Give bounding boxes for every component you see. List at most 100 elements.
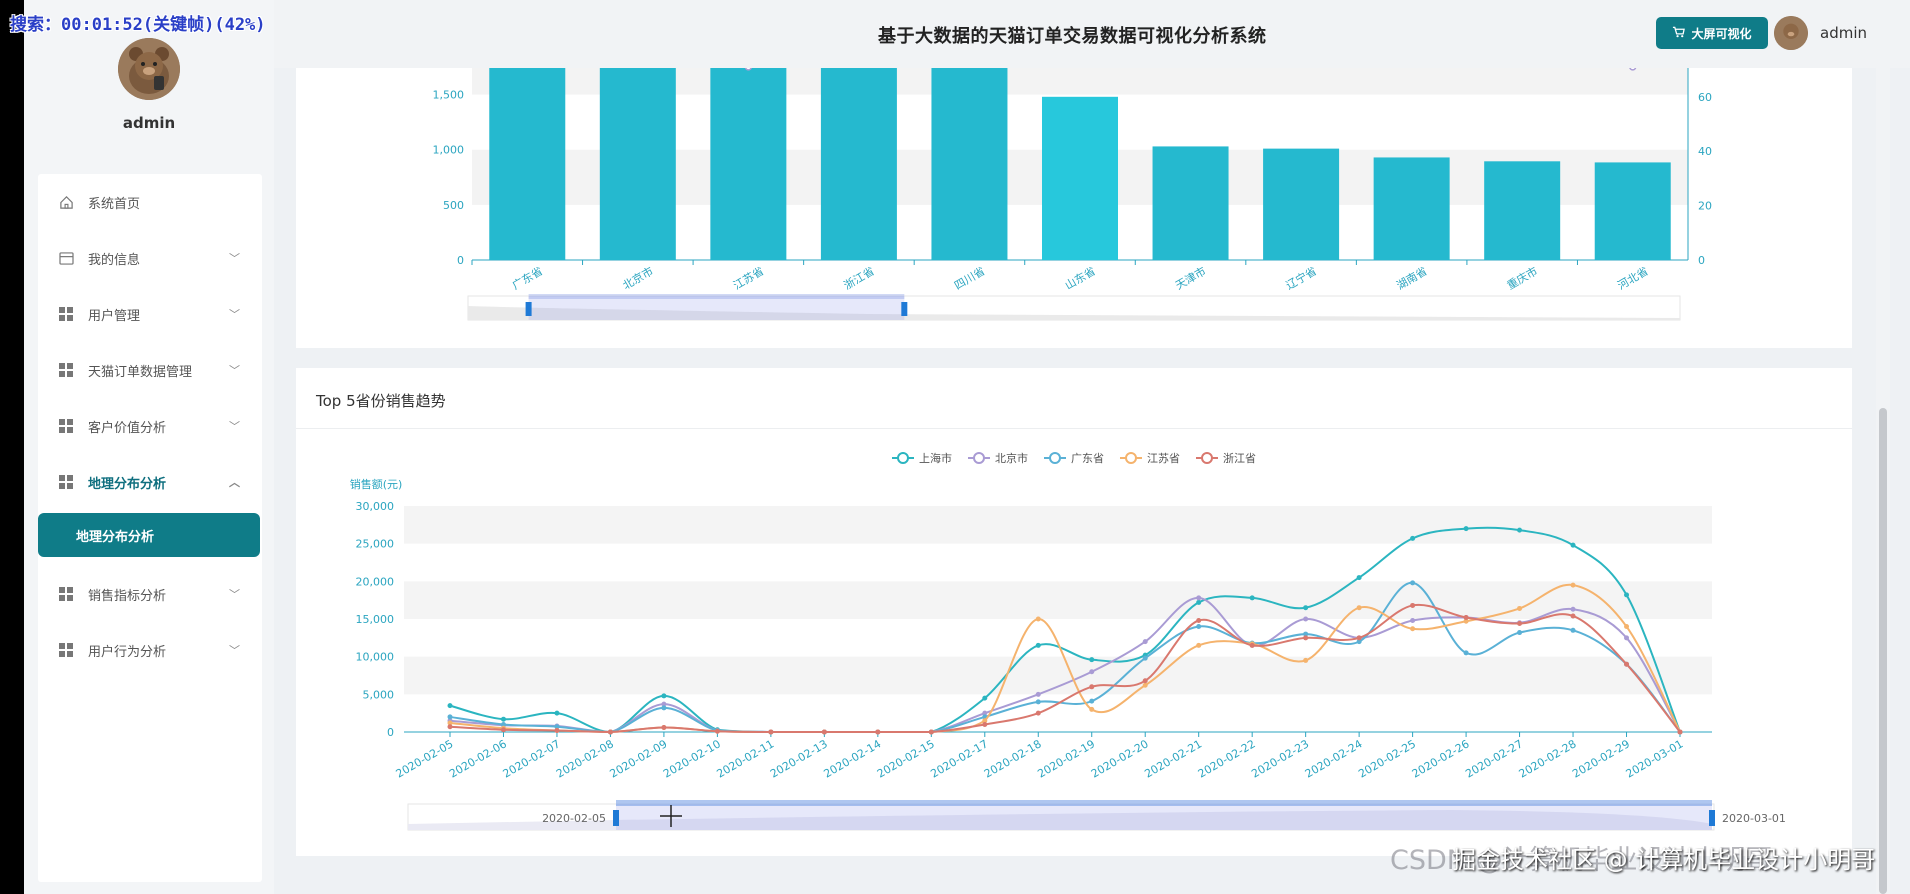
series-point [1035, 616, 1041, 622]
legend-marker [897, 452, 909, 464]
series-point [554, 727, 560, 733]
series-point [1089, 669, 1095, 675]
legend-marker [973, 452, 985, 464]
chevron-down-icon: ﹀ [229, 308, 240, 321]
x-tick-label: 山东省 [1063, 265, 1098, 293]
header-avatar[interactable] [1774, 16, 1808, 50]
sidebar-subitem-geo-analysis[interactable]: 地理分布分析 [38, 513, 260, 557]
sidebar-item-order-data[interactable]: 天猫订单数据管理 ﹀ [38, 342, 262, 398]
legend-label: 北京市 [995, 451, 1028, 465]
x-tick-label: 2020-02-29 [1570, 737, 1632, 780]
sidebar-item-home[interactable]: 系统首页 [38, 174, 262, 230]
slider-bar [616, 800, 1712, 806]
legend-marker [1049, 452, 1061, 464]
sidebar-item-user-management[interactable]: 用户管理 ﹀ [38, 286, 262, 342]
series-point [875, 729, 881, 735]
series-point [1410, 580, 1416, 586]
x-tick-label: 2020-02-19 [1035, 737, 1097, 780]
series-point [500, 727, 506, 733]
series-point [1356, 635, 1362, 641]
bar [1484, 161, 1561, 260]
grid-icon [58, 418, 74, 434]
y2-tick-label: 60 [1698, 91, 1712, 104]
x-tick-label: 2020-02-23 [1249, 737, 1311, 780]
x-tick-label: 湖南省 [1394, 265, 1429, 293]
y-tick-label: 0 [387, 726, 394, 739]
x-tick-label: 2020-02-27 [1463, 737, 1525, 780]
slider-end-label: 2020-03-01 [1722, 812, 1786, 825]
x-tick-label: 2020-02-08 [554, 737, 616, 780]
header-username[interactable]: admin [1820, 24, 1867, 42]
page-scrollbar[interactable] [1876, 68, 1890, 894]
legend-marker [1125, 452, 1137, 464]
slider-window [528, 296, 905, 320]
legend-label: 浙江省 [1223, 452, 1256, 465]
sidebar-item-geo[interactable]: 地理分布分析 ︿ [38, 454, 262, 510]
y-tick-label: 10,000 [356, 651, 395, 664]
province-bar-chart: 0 500 1,000 1,500 0 20 40 60 广东省 北京市 江苏省 浙江省 四川省 山东省 天… [433, 49, 1712, 321]
series-point [1196, 624, 1202, 630]
x-tick-label: 江苏省 [731, 265, 766, 293]
sidebar-item-label: 用户管理 [88, 308, 141, 324]
x-tick-label: 2020-02-15 [875, 737, 937, 780]
series-point [928, 729, 934, 735]
bar [1373, 157, 1450, 260]
slider-handle-left [613, 810, 619, 826]
chevron-down-icon: ﹀ [229, 588, 240, 601]
sidebar-item-customer-value[interactable]: 客户价值分析 ﹀ [38, 398, 262, 454]
chevron-up-icon: ︿ [229, 476, 240, 489]
watermark: 掘金技术社区 @ 计算机毕业设计小明哥 [1452, 846, 1876, 874]
chevron-down-icon: ﹀ [229, 644, 240, 657]
series-point [1142, 678, 1148, 684]
series-point [1463, 614, 1469, 620]
series-point [1303, 605, 1309, 611]
series-point [1624, 661, 1630, 667]
y2-tick-label: 40 [1698, 145, 1712, 158]
x-tick-label: 2020-02-22 [1196, 737, 1258, 780]
y2-tick-label: 0 [1698, 254, 1705, 267]
series-point [447, 703, 453, 709]
series-point [1035, 642, 1041, 648]
x-tick-label: 2020-02-10 [661, 737, 723, 780]
card-icon [58, 250, 74, 266]
series-point [1570, 606, 1576, 612]
series-point [1463, 650, 1469, 656]
series-point [1089, 684, 1095, 690]
series-point [661, 705, 667, 711]
x-tick-label: 重庆市 [1504, 264, 1540, 293]
series-point [1089, 657, 1095, 663]
y-tick-label: 1,000 [433, 144, 465, 157]
series-point [1570, 613, 1576, 619]
series-point [1035, 691, 1041, 697]
x-tick-label: 2020-02-13 [768, 737, 830, 780]
page-title: 基于大数据的天猫订单交易数据可视化分析系统 [878, 26, 1267, 47]
bar [710, 56, 787, 260]
series-point [1624, 592, 1630, 598]
x-tick-label: 2020-02-14 [821, 737, 883, 780]
grid-band [404, 506, 1712, 544]
sidebar-item-user-behavior[interactable]: 用户行为分析 ﹀ [38, 622, 262, 678]
x-tick-label: 天津市 [1173, 264, 1209, 293]
series-point [1410, 535, 1416, 541]
series-point [1517, 630, 1523, 636]
x-tick-label: 2020-02-11 [714, 737, 776, 780]
series-point [1142, 682, 1148, 688]
chevron-down-icon: ﹀ [229, 252, 240, 265]
sidebar-item-sales-metrics[interactable]: 销售指标分析 ﹀ [38, 566, 262, 622]
series-point [661, 693, 667, 699]
series-point [1410, 602, 1416, 608]
scroll-thumb[interactable] [1879, 408, 1887, 894]
sidebar-item-label: 地理分布分析 [88, 476, 167, 492]
sidebar-item-my-info[interactable]: 我的信息 ﹀ [38, 230, 262, 286]
slider-handle-left [525, 302, 532, 316]
big-screen-button[interactable]: 大屏可视化 [1656, 17, 1768, 49]
series-point [1570, 582, 1576, 588]
series-point [447, 714, 453, 720]
slider-bar [528, 294, 905, 299]
x-tick-label: 河北省 [1615, 265, 1650, 293]
bar [1263, 148, 1340, 260]
sidebar-item-label: 销售指标分析 [88, 588, 167, 604]
x-tick-label: 2020-02-09 [608, 737, 670, 780]
x-tick-label: 2020-02-28 [1517, 737, 1579, 780]
bar [1594, 162, 1671, 260]
